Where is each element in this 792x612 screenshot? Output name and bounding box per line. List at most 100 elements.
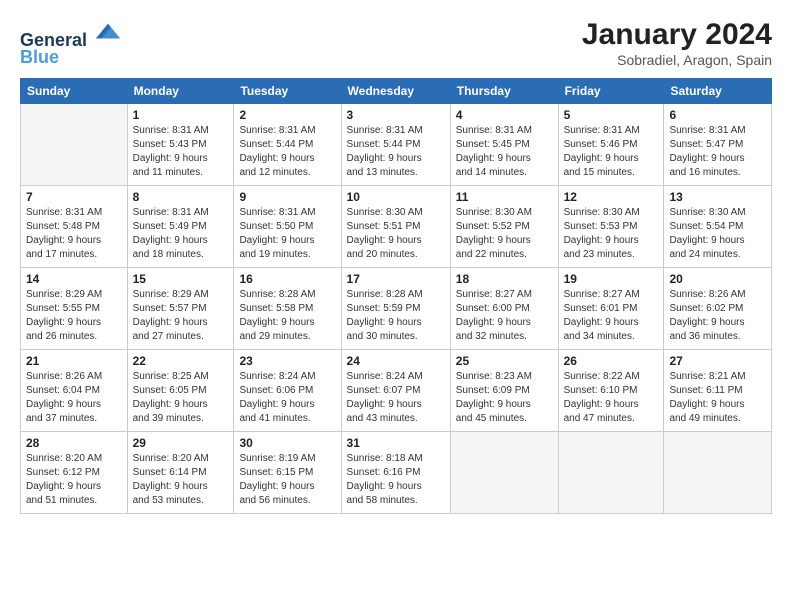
day-number: 11 — [456, 190, 553, 204]
calendar-week-row: 21 Sunrise: 8:26 AMSunset: 6:04 PMDayligh… — [21, 350, 772, 432]
calendar-cell: 9 Sunrise: 8:31 AMSunset: 5:50 PMDaylight… — [234, 186, 341, 268]
day-number: 4 — [456, 108, 553, 122]
day-info: Sunrise: 8:31 AMSunset: 5:46 PMDaylight:… — [564, 124, 659, 180]
day-number: 16 — [239, 272, 335, 286]
day-info: Sunrise: 8:31 AMSunset: 5:44 PMDaylight:… — [239, 124, 335, 180]
calendar-cell: 6 Sunrise: 8:31 AMSunset: 5:47 PMDaylight… — [664, 104, 772, 186]
day-number: 26 — [564, 354, 659, 368]
day-number: 15 — [133, 272, 229, 286]
day-header-saturday: Saturday — [664, 79, 772, 104]
day-info: Sunrise: 8:18 AMSunset: 6:16 PMDaylight:… — [347, 452, 445, 508]
calendar-cell: 4 Sunrise: 8:31 AMSunset: 5:45 PMDaylight… — [450, 104, 558, 186]
day-info: Sunrise: 8:30 AMSunset: 5:51 PMDaylight:… — [347, 206, 445, 262]
calendar-cell: 11Sunrise: 8:30 AMSunset: 5:52 PMDayligh… — [450, 186, 558, 268]
day-number: 25 — [456, 354, 553, 368]
day-number: 21 — [26, 354, 122, 368]
day-info: Sunrise: 8:31 AMSunset: 5:47 PMDaylight:… — [669, 124, 766, 180]
day-number: 7 — [26, 190, 122, 204]
day-header-tuesday: Tuesday — [234, 79, 341, 104]
day-info: Sunrise: 8:27 AMSunset: 6:00 PMDaylight:… — [456, 288, 553, 344]
day-info: Sunrise: 8:31 AMSunset: 5:43 PMDaylight:… — [133, 124, 229, 180]
day-number: 30 — [239, 436, 335, 450]
day-number: 3 — [347, 108, 445, 122]
day-info: Sunrise: 8:19 AMSunset: 6:15 PMDaylight:… — [239, 452, 335, 508]
day-number: 31 — [347, 436, 445, 450]
day-number: 9 — [239, 190, 335, 204]
day-info: Sunrise: 8:30 AMSunset: 5:53 PMDaylight:… — [564, 206, 659, 262]
page: General Blue January 2024 Sobradiel, Ara… — [0, 0, 792, 612]
calendar-cell: 17Sunrise: 8:28 AMSunset: 5:59 PMDayligh… — [341, 268, 450, 350]
calendar-cell — [21, 104, 128, 186]
calendar-cell: 8Sunrise: 8:31 AMSunset: 5:49 PMDaylight… — [127, 186, 234, 268]
day-header-sunday: Sunday — [21, 79, 128, 104]
day-info: Sunrise: 8:24 AMSunset: 6:06 PMDaylight:… — [239, 370, 335, 426]
header: General Blue January 2024 Sobradiel, Ara… — [20, 18, 772, 68]
day-info: Sunrise: 8:31 AMSunset: 5:50 PMDaylight:… — [239, 206, 335, 262]
calendar-cell: 30 Sunrise: 8:19 AMSunset: 6:15 PMDayligh… — [234, 432, 341, 514]
calendar-cell: 20Sunrise: 8:26 AMSunset: 6:02 PMDayligh… — [664, 268, 772, 350]
day-info: Sunrise: 8:30 AMSunset: 5:54 PMDaylight:… — [669, 206, 766, 262]
title-block: January 2024 Sobradiel, Aragon, Spain — [582, 18, 772, 68]
calendar-cell: 5 Sunrise: 8:31 AMSunset: 5:46 PMDaylight… — [558, 104, 664, 186]
calendar-cell: 13Sunrise: 8:30 AMSunset: 5:54 PMDayligh… — [664, 186, 772, 268]
calendar-cell: 1Sunrise: 8:31 AMSunset: 5:43 PMDaylight… — [127, 104, 234, 186]
calendar-cell: 16 Sunrise: 8:28 AMSunset: 5:58 PMDayligh… — [234, 268, 341, 350]
calendar-cell: 23 Sunrise: 8:24 AMSunset: 6:06 PMDayligh… — [234, 350, 341, 432]
day-info: Sunrise: 8:27 AMSunset: 6:01 PMDaylight:… — [564, 288, 659, 344]
day-info: Sunrise: 8:20 AMSunset: 6:14 PMDaylight:… — [133, 452, 229, 508]
day-number: 18 — [456, 272, 553, 286]
calendar-cell: 29 Sunrise: 8:20 AMSunset: 6:14 PMDayligh… — [127, 432, 234, 514]
calendar-cell: 22 Sunrise: 8:25 AMSunset: 6:05 PMDayligh… — [127, 350, 234, 432]
day-number: 22 — [133, 354, 229, 368]
calendar-cell: 10 Sunrise: 8:30 AMSunset: 5:51 PMDayligh… — [341, 186, 450, 268]
calendar-cell: 7Sunrise: 8:31 AMSunset: 5:48 PMDaylight… — [21, 186, 128, 268]
logo-icon — [94, 18, 122, 46]
main-title: January 2024 — [582, 18, 772, 52]
day-number: 28 — [26, 436, 122, 450]
day-number: 17 — [347, 272, 445, 286]
day-number: 23 — [239, 354, 335, 368]
calendar-cell: 25Sunrise: 8:23 AMSunset: 6:09 PMDayligh… — [450, 350, 558, 432]
day-info: Sunrise: 8:31 AMSunset: 5:44 PMDaylight:… — [347, 124, 445, 180]
calendar-week-row: 7Sunrise: 8:31 AMSunset: 5:48 PMDaylight… — [21, 186, 772, 268]
calendar-cell — [558, 432, 664, 514]
logo: General Blue — [20, 18, 122, 68]
calendar-cell: 21 Sunrise: 8:26 AMSunset: 6:04 PMDayligh… — [21, 350, 128, 432]
day-number: 14 — [26, 272, 122, 286]
day-info: Sunrise: 8:29 AMSunset: 5:55 PMDaylight:… — [26, 288, 122, 344]
day-number: 8 — [133, 190, 229, 204]
day-number: 10 — [347, 190, 445, 204]
calendar-week-row: 28 Sunrise: 8:20 AMSunset: 6:12 PMDayligh… — [21, 432, 772, 514]
day-number: 12 — [564, 190, 659, 204]
day-info: Sunrise: 8:31 AMSunset: 5:45 PMDaylight:… — [456, 124, 553, 180]
day-number: 29 — [133, 436, 229, 450]
calendar-week-row: 1Sunrise: 8:31 AMSunset: 5:43 PMDaylight… — [21, 104, 772, 186]
calendar-cell: 19 Sunrise: 8:27 AMSunset: 6:01 PMDayligh… — [558, 268, 664, 350]
day-info: Sunrise: 8:28 AMSunset: 5:58 PMDaylight:… — [239, 288, 335, 344]
day-header-friday: Friday — [558, 79, 664, 104]
calendar-cell: 28 Sunrise: 8:20 AMSunset: 6:12 PMDayligh… — [21, 432, 128, 514]
calendar-header-row: SundayMondayTuesdayWednesdayThursdayFrid… — [21, 79, 772, 104]
day-header-monday: Monday — [127, 79, 234, 104]
day-number: 5 — [564, 108, 659, 122]
day-number: 6 — [669, 108, 766, 122]
day-info: Sunrise: 8:24 AMSunset: 6:07 PMDaylight:… — [347, 370, 445, 426]
calendar-cell: 14 Sunrise: 8:29 AMSunset: 5:55 PMDayligh… — [21, 268, 128, 350]
calendar-cell: 2 Sunrise: 8:31 AMSunset: 5:44 PMDaylight… — [234, 104, 341, 186]
day-info: Sunrise: 8:20 AMSunset: 6:12 PMDaylight:… — [26, 452, 122, 508]
subtitle: Sobradiel, Aragon, Spain — [582, 52, 772, 68]
calendar-cell: 26Sunrise: 8:22 AMSunset: 6:10 PMDayligh… — [558, 350, 664, 432]
day-header-thursday: Thursday — [450, 79, 558, 104]
day-info: Sunrise: 8:26 AMSunset: 6:02 PMDaylight:… — [669, 288, 766, 344]
day-info: Sunrise: 8:21 AMSunset: 6:11 PMDaylight:… — [669, 370, 766, 426]
calendar-cell: 15 Sunrise: 8:29 AMSunset: 5:57 PMDayligh… — [127, 268, 234, 350]
day-info: Sunrise: 8:29 AMSunset: 5:57 PMDaylight:… — [133, 288, 229, 344]
day-info: Sunrise: 8:26 AMSunset: 6:04 PMDaylight:… — [26, 370, 122, 426]
calendar-cell: 24 Sunrise: 8:24 AMSunset: 6:07 PMDayligh… — [341, 350, 450, 432]
calendar-cell: 27Sunrise: 8:21 AMSunset: 6:11 PMDayligh… — [664, 350, 772, 432]
calendar-cell: 18 Sunrise: 8:27 AMSunset: 6:00 PMDayligh… — [450, 268, 558, 350]
day-number: 2 — [239, 108, 335, 122]
day-number: 19 — [564, 272, 659, 286]
day-info: Sunrise: 8:25 AMSunset: 6:05 PMDaylight:… — [133, 370, 229, 426]
day-number: 24 — [347, 354, 445, 368]
